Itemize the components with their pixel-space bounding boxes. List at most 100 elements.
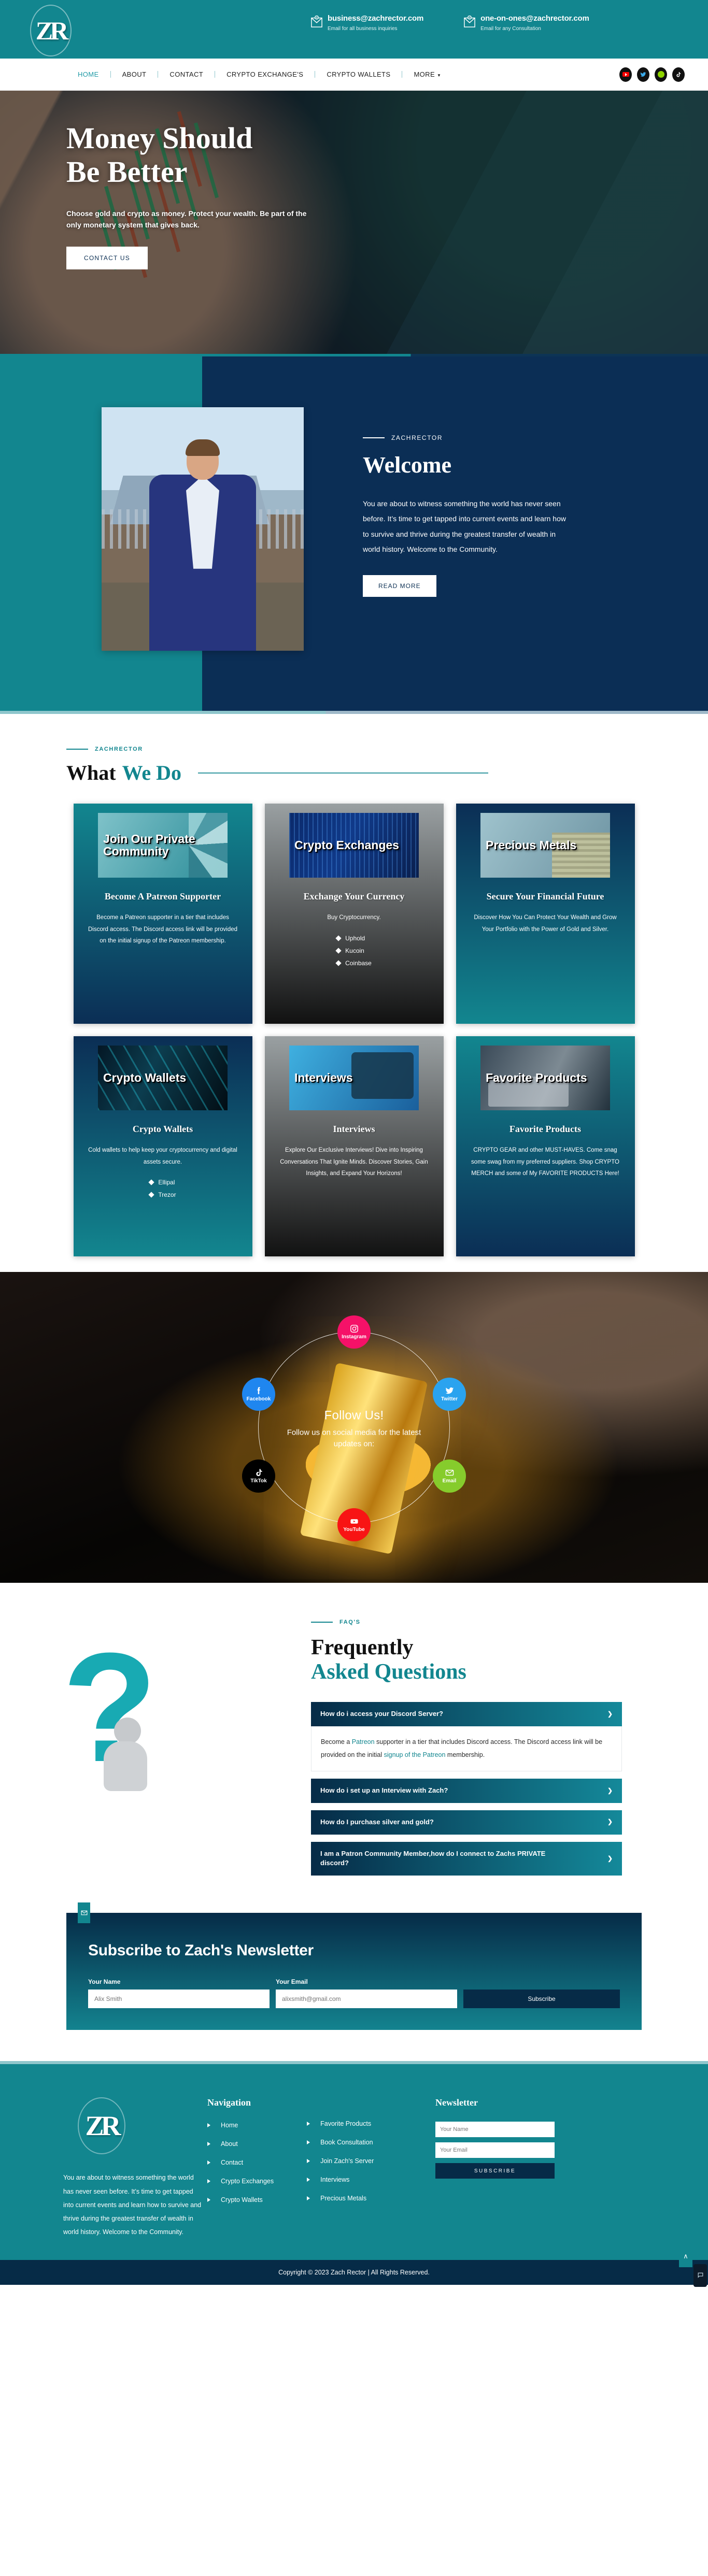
triangle-bullet-icon [207,2160,210,2165]
faq-title: Frequently Asked Questions [311,1636,643,1684]
social-node-tiktok[interactable]: TikTok [242,1459,275,1493]
triangle-bullet-icon [307,2122,310,2126]
footer-link-home[interactable]: Home [207,2122,274,2129]
service-card-crypto-exchanges[interactable]: Crypto Exchanges Exchange Your Currency … [264,804,444,1024]
faq-question-label: How do i set up an Interview with Zach? [320,1786,448,1794]
list-item[interactable]: Kucoin [335,944,372,957]
chevron-right-icon: ❯ [607,1786,613,1794]
twitter-icon [445,1387,454,1394]
social-node-facebook[interactable]: Facebook [242,1378,275,1411]
footer-link-interviews[interactable]: Interviews [307,2176,374,2183]
social-node-twitter[interactable]: Twitter [433,1378,466,1411]
faq-question-header[interactable]: I am a Patron Community Member,how do I … [311,1841,622,1876]
list-item[interactable]: Ellipal [148,1176,176,1189]
read-more-button[interactable]: READ MORE [363,575,436,597]
footer-email-input[interactable] [435,2142,555,2158]
footer-link-book-consultation[interactable]: Book Consultation [307,2139,374,2146]
service-card-interviews[interactable]: Interviews Interviews Explore Our Exclus… [264,1036,444,1256]
site-footer: ZR You are about to witness something th… [0,2064,708,2260]
welcome-title: Welcome [363,452,452,478]
triangle-bullet-icon [207,2123,210,2128]
card-text: Buy Cryptocurrency. [327,914,381,921]
newsletter-subscribe-button[interactable]: Subscribe [463,1990,620,2009]
nav-item-crypto-exchanges[interactable]: CRYPTO EXCHANGE'S [215,71,316,78]
nav-item-crypto-wallets[interactable]: CRYPTO WALLETS [315,71,403,78]
footer-link-contact[interactable]: Contact [207,2159,274,2166]
list-item[interactable]: Uphold [335,932,372,944]
newsletter-email-input[interactable] [276,1990,457,2009]
social-node-youtube[interactable]: YouTube [337,1508,371,1541]
service-card-crypto-wallets[interactable]: Crypto Wallets Crypto Wallets Cold walle… [73,1036,252,1256]
faq-item-4: I am a Patron Community Member,how do I … [311,1841,622,1876]
follow-heading: Follow Us! [324,1408,384,1423]
contact-business[interactable]: @ business@zachrector.com Email for all … [311,14,423,32]
triangle-bullet-icon [307,2196,310,2201]
list-item[interactable]: Coinbase [335,957,372,969]
contact-consultation[interactable]: @ one-on-ones@zachrector.com Email for a… [464,14,589,32]
social-node-email[interactable]: Email [433,1459,466,1493]
service-card-patreon[interactable]: Join Our Private Community Become A Patr… [73,804,252,1024]
footer-link-crypto-wallets[interactable]: Crypto Wallets [207,2196,274,2203]
social-node-label: TikTok [250,1478,267,1484]
scroll-to-top-button[interactable]: ∧ [679,2245,692,2267]
wwd-eyebrow: ZACHRECTOR [66,746,708,752]
footer-link-crypto-exchanges[interactable]: Crypto Exchanges [207,2178,274,2185]
nav-item-more-label: MORE [414,70,435,78]
diamond-bullet-icon [335,948,342,954]
faq-accordion: How do i access your Discord Server? ❯ B… [311,1702,622,1876]
footer-link-label: Precious Metals [320,2195,367,2202]
newsletter-name-input[interactable] [88,1990,270,2009]
contact-us-button[interactable]: CONTACT US [66,246,148,269]
contact-email[interactable]: business@zachrector.com [328,14,423,23]
card-list: Uphold Kucoin Coinbase [335,932,372,969]
youtube-icon[interactable] [619,67,632,82]
card-text: CRYPTO GEAR and other MUST-HAVES. Come s… [471,1147,619,1177]
contact-email[interactable]: one-on-ones@zachrector.com [480,14,589,23]
eyebrow-line [363,437,385,438]
list-item[interactable]: Trezor [148,1189,176,1201]
service-card-favorite-products[interactable]: Favorite Products Favorite Products CRYP… [456,1036,635,1256]
wwd-title: What We Do [66,761,708,785]
patreon-link[interactable]: Patreon [352,1738,375,1745]
service-card-precious-metals[interactable]: Precious Metals Secure Your Financial Fu… [456,804,635,1024]
footer-link-favorite-products[interactable]: Favorite Products [307,2120,374,2127]
nav-item-about[interactable]: ABOUT [111,71,159,78]
triangle-bullet-icon [307,2178,310,2182]
faq-question-header[interactable]: How do I purchase silver and gold? ❯ [311,1810,622,1835]
faq-eyebrow-label: FAQ'S [339,1619,361,1625]
follow-us-section: Instagram Facebook Twitter TikTok Email … [0,1272,708,1583]
nav-item-home[interactable]: HOME [66,71,111,78]
site-logo[interactable]: ZR [23,3,78,58]
newsletter-heading: Subscribe to Zach's Newsletter [88,1942,314,1959]
welcome-text: You are about to witness something the w… [363,499,566,554]
footer-link-label: Book Consultation [320,2139,373,2146]
copyright-bar: Copyright © 2023 Zach Rector | All Right… [0,2245,708,2287]
footer-subscribe-button[interactable]: SUBSCRIBE [435,2163,555,2179]
nav-item-contact[interactable]: CONTACT [158,71,216,78]
hero-paragraph: Choose gold and crypto as money. Protect… [66,209,307,230]
signup-link[interactable]: signup of the Patreon [384,1751,446,1758]
footer-name-input[interactable] [435,2122,555,2138]
footer-link-precious-metals[interactable]: Precious Metals [307,2195,374,2202]
diamond-bullet-icon [335,935,342,941]
twitter-icon[interactable] [637,67,649,82]
social-node-instagram[interactable]: Instagram [337,1315,371,1349]
footer-link-about[interactable]: About [207,2140,274,2148]
diamond-bullet-icon [335,960,342,966]
faq-question-header[interactable]: How do i access your Discord Server? ❯ [311,1702,622,1726]
tiktok-icon[interactable] [672,67,685,82]
triangle-bullet-icon [207,2142,210,2146]
chevron-right-icon: ❯ [607,1854,613,1862]
footer-link-join-server[interactable]: Join Zach's Server [307,2157,374,2165]
chat-widget-button[interactable] [693,2264,707,2287]
list-item-label: Ellipal [158,1179,175,1186]
zach-portrait-image [102,407,304,651]
faq-title-line2: Asked Questions [311,1660,466,1684]
faq-question-header[interactable]: How do i set up an Interview with Zach? … [311,1778,622,1803]
discord-icon[interactable] [655,67,667,82]
footer-navigation-column: Navigation Home About Contact Crypto Exc… [207,2097,435,2239]
faq-answer-pre: Become a [321,1738,352,1745]
nav-item-more[interactable]: MORE ▼ [402,71,452,78]
footer-logo[interactable]: ZR [78,2097,125,2155]
faq-item-2: How do i set up an Interview with Zach? … [311,1778,622,1803]
